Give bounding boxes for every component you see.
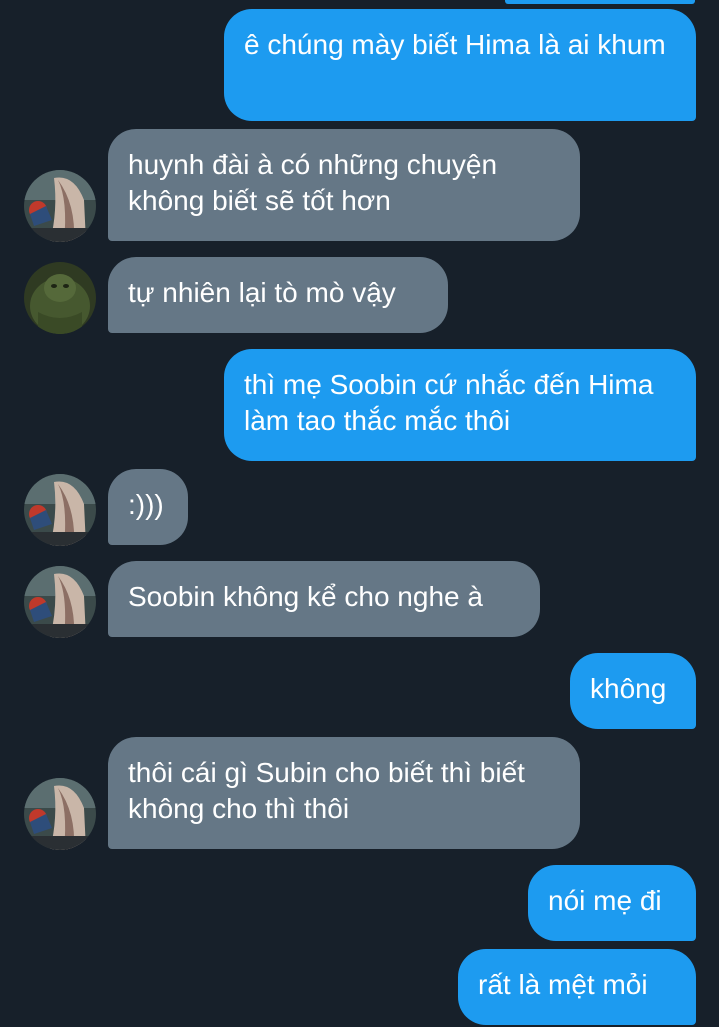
message-text: :))) (128, 489, 164, 520)
sent-message-bubble[interactable]: thì mẹ Soobin cứ nhắc đến Hima làm tao t… (224, 349, 696, 461)
message-text: không (590, 673, 667, 704)
received-message-bubble[interactable]: Soobin không kể cho nghe à (108, 561, 540, 637)
anime-character-avatar[interactable] (24, 778, 96, 850)
message-text: rất là mệt mỏi (478, 969, 648, 1000)
sent-message-bubble[interactable]: rất là mệt mỏi (458, 949, 696, 1025)
green-creature-avatar[interactable] (24, 262, 96, 334)
message-text: huynh đài à có những chuyện không biết s… (128, 149, 498, 216)
received-message-bubble[interactable]: thôi cái gì Subin cho biết thì biết khôn… (108, 737, 580, 849)
sent-message-bubble[interactable]: không (570, 653, 696, 729)
message-text: Soobin không kể cho nghe à (128, 581, 483, 612)
message-text: ê chúng mày biết Hima là ai khum (244, 29, 666, 60)
anime-character-avatar[interactable] (24, 170, 96, 242)
received-message-bubble[interactable]: :))) (108, 469, 188, 545)
message-text: nói mẹ đi (548, 885, 662, 916)
message-text: thôi cái gì Subin cho biết thì biết khôn… (128, 757, 525, 824)
message-text: tự nhiên lại tò mò vậy (128, 277, 396, 308)
message-text: thì mẹ Soobin cứ nhắc đến Hima làm tao t… (244, 369, 654, 436)
previous-message-edge (505, 0, 695, 4)
received-message-bubble[interactable]: huynh đài à có những chuyện không biết s… (108, 129, 580, 241)
sent-message-bubble[interactable]: ê chúng mày biết Hima là ai khum (224, 9, 696, 121)
sent-message-bubble[interactable]: nói mẹ đi (528, 865, 696, 941)
anime-character-avatar[interactable] (24, 566, 96, 638)
received-message-bubble[interactable]: tự nhiên lại tò mò vậy (108, 257, 448, 333)
anime-character-avatar[interactable] (24, 474, 96, 546)
